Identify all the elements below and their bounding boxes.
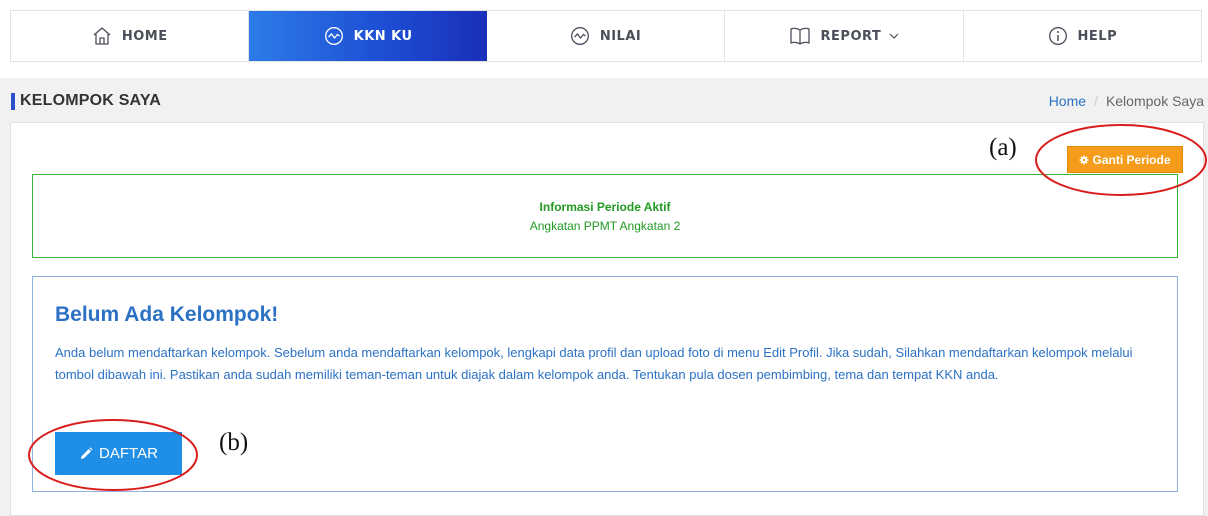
chevron-down-icon — [889, 33, 899, 39]
nav-item-kkn-ku[interactable]: KKN KU — [249, 11, 487, 61]
nav-item-label: NILAI — [599, 28, 642, 44]
nav-item-label: KKN KU — [353, 28, 413, 44]
home-icon — [93, 27, 111, 45]
nav-item-nilai[interactable]: NILAI — [487, 11, 726, 61]
breadcrumb-current: Kelompok Saya — [1105, 93, 1204, 109]
book-icon — [789, 27, 810, 45]
nav-item-label: REPORT — [820, 28, 882, 44]
alert-heading: Belum Ada Kelompok! — [55, 303, 279, 326]
nav-item-help[interactable]: HELP — [964, 11, 1201, 61]
gear-icon — [1079, 155, 1089, 164]
no-group-alert: Belum Ada Kelompok! Anda belum mendaftar… — [32, 276, 1178, 492]
daftar-label: DAFTAR — [99, 445, 158, 462]
page-title-accent — [11, 93, 15, 110]
pencil-icon — [81, 446, 93, 459]
activity-icon — [324, 27, 343, 45]
info-title: Informasi Periode Aktif — [539, 199, 671, 214]
top-nav: HOME KKN KU NILAI REPORT HELP — [10, 10, 1202, 62]
alert-text: Anda belum mendaftarkan kelompok. Sebelu… — [55, 345, 1133, 382]
nav-item-home[interactable]: HOME — [11, 11, 250, 61]
breadcrumb-separator: / — [1094, 93, 1098, 109]
ganti-periode-button[interactable]: Ganti Periode — [1067, 146, 1183, 173]
daftar-button[interactable]: DAFTAR — [55, 432, 182, 475]
active-period-info: Informasi Periode Aktif Angkatan PPMT An… — [32, 174, 1178, 258]
annotation-label-a: (a) — [989, 134, 1017, 161]
nav-item-report[interactable]: REPORT — [725, 11, 964, 61]
info-text: Angkatan PPMT Angkatan 2 — [529, 218, 681, 233]
nav-item-label: HOME — [121, 28, 168, 44]
annotation-label-b: (b) — [219, 429, 249, 456]
breadcrumb: Home / Kelompok Saya — [1049, 93, 1204, 109]
breadcrumb-home-link[interactable]: Home — [1049, 93, 1086, 109]
activity-icon — [570, 27, 589, 45]
nav-item-label: HELP — [1077, 28, 1118, 44]
info-icon — [1048, 27, 1067, 45]
page-title: KELOMPOK SAYA — [20, 92, 162, 109]
ganti-periode-label: Ganti Periode — [1092, 152, 1171, 167]
